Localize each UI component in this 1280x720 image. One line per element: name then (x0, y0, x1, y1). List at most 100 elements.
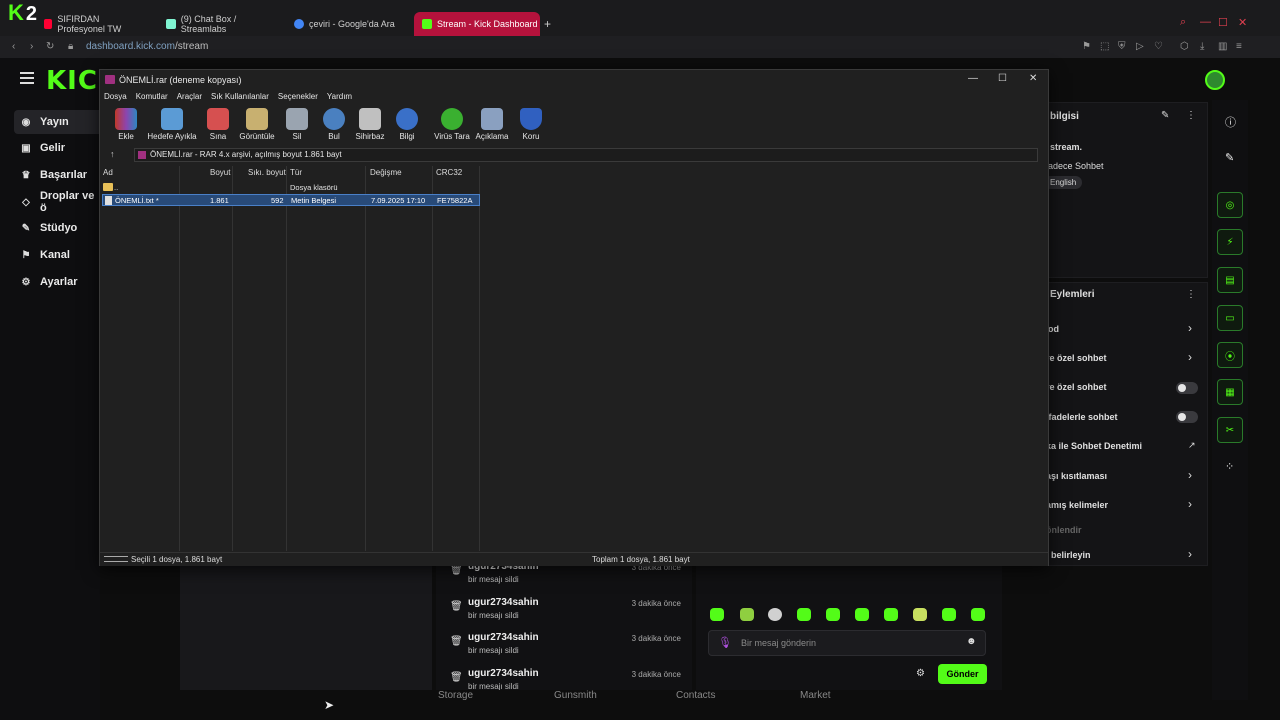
tab-streamlabs[interactable]: (9) Chat Box / Streamlabs (158, 12, 282, 36)
hamburger-menu-icon[interactable] (20, 72, 34, 84)
file-row-selected[interactable]: ÖNEMLİ.txt * 1.861 592 Metin Belgesi 7.0… (102, 194, 480, 206)
tab-kick-dashboard[interactable]: Stream - Kick Dashboard (414, 12, 540, 36)
menu-sik-kullanilanlar[interactable]: Sık Kullanılanlar (211, 92, 269, 101)
actions-more-icon[interactable]: ⋮ (1186, 289, 1196, 300)
winrar-titlebar[interactable]: ÖNEMLİ.rar (deneme kopyası) — ☐ ✕ (100, 70, 1048, 90)
more-options-icon[interactable]: ⋮ (1186, 110, 1196, 121)
emoji-picker-icon[interactable]: ☻ (966, 636, 977, 647)
emote-icon[interactable] (942, 608, 956, 621)
emote-icon[interactable] (768, 608, 782, 621)
browser-menu-icon[interactable]: ≡ (1236, 41, 1242, 52)
log-user[interactable]: ugur2734sahin (468, 668, 539, 679)
extensions-icon[interactable]: ⬡ (1180, 41, 1189, 52)
url-field[interactable]: dashboard.kick.com/stream (86, 41, 208, 52)
heart-icon[interactable]: ♡ (1154, 41, 1163, 52)
emote-icon[interactable] (884, 608, 898, 621)
forward-icon[interactable]: › (30, 41, 33, 52)
menu-yardim[interactable]: Yardım (327, 92, 352, 101)
screenshot-icon[interactable]: ⬚ (1100, 41, 1109, 52)
emote-icon[interactable] (826, 608, 840, 621)
col-header-size[interactable]: Boyut (210, 168, 230, 182)
chevron-right-icon[interactable]: › (1188, 497, 1192, 511)
camera-focus-icon[interactable]: ◎ (1217, 192, 1243, 218)
action-item[interactable]: i belirleyin (1046, 550, 1091, 560)
minimize-icon[interactable]: — (1200, 16, 1211, 28)
shield-ext-icon[interactable]: ⛨ (1118, 41, 1126, 52)
nav-yayin[interactable]: ◉ Yayın (14, 110, 104, 134)
info-icon[interactable]: ⓘ (1225, 114, 1236, 130)
chat-input-placeholder[interactable]: Bir mesaj gönderin (741, 638, 816, 648)
archive-path-bar[interactable]: ÖNEMLİ.rar - RAR 4.x arşivi, açılmış boy… (134, 148, 1038, 162)
chevron-right-icon[interactable]: › (1188, 321, 1192, 335)
download-icon[interactable]: ⤓ (1200, 41, 1204, 52)
pencil-icon[interactable]: ✎ (1225, 151, 1234, 164)
emote-icon[interactable] (797, 608, 811, 621)
edit-pencil-icon[interactable]: ✎ (1161, 110, 1169, 121)
emote-icon[interactable] (855, 608, 869, 621)
menu-secenekler[interactable]: Seçenekler (278, 92, 318, 101)
emote-icon[interactable] (913, 608, 927, 621)
close-browser-icon[interactable]: ✕ (1238, 16, 1247, 29)
microphone-icon[interactable]: 🎙︎ (718, 636, 732, 649)
winrar-close-icon[interactable]: ✕ (1029, 73, 1037, 84)
document-icon[interactable]: ▤ (1217, 267, 1243, 293)
chat-settings-gear-icon[interactable]: ⚙ (916, 668, 925, 679)
send-button[interactable]: Gönder (938, 664, 987, 684)
search-tabs-icon[interactable]: ⌕ (1180, 16, 1186, 29)
winrar-minimize-icon[interactable]: — (968, 73, 978, 84)
chevron-right-icon[interactable]: › (1188, 468, 1192, 482)
dots-cluster-icon[interactable]: ⁘ (1225, 460, 1234, 473)
nav-kanal[interactable]: ⚑ Kanal (14, 243, 104, 267)
external-link-icon[interactable]: ↗ (1188, 440, 1196, 451)
col-header-packed[interactable]: Sıkı. boyut (248, 168, 286, 182)
winrar-maximize-icon[interactable]: ☐ (998, 73, 1007, 84)
toolbar-extract-button[interactable]: Hedefe Ayıkla (146, 106, 198, 146)
chat-bubble-icon[interactable]: ▭ (1217, 305, 1243, 331)
back-icon[interactable]: ‹ (12, 41, 15, 52)
new-tab-button[interactable]: + (544, 17, 551, 31)
file-row-parent[interactable]: .. Dosya klasörü (102, 182, 480, 193)
log-user[interactable]: ugur2734sahin (468, 632, 539, 643)
emote-icon[interactable] (710, 608, 724, 621)
menu-dosya[interactable]: Dosya (104, 92, 127, 101)
tab-google[interactable]: çeviri - Google'da Ara (286, 12, 410, 36)
emote-icon[interactable] (971, 608, 985, 621)
nav-ayarlar[interactable]: ⚙ Ayarlar (14, 270, 104, 294)
lightning-icon[interactable]: ⚡︎ (1217, 229, 1243, 255)
toggle-switch[interactable] (1176, 382, 1198, 394)
toolbar-protect-button[interactable]: Koru (505, 106, 557, 146)
broadcast-signal-icon[interactable]: ⦿ (1217, 342, 1243, 368)
nav-gelir[interactable]: ▣ Gelir (14, 136, 104, 160)
wrench-icon[interactable]: ✂ (1217, 417, 1243, 443)
menu-araclar[interactable]: Araçlar (177, 92, 202, 101)
col-header-type[interactable]: Tür (290, 168, 302, 182)
nav-studyo[interactable]: ✎ Stüdyo (14, 216, 104, 240)
nav-basarilar[interactable]: ♛ Başarılar (14, 163, 104, 187)
col-header-name[interactable]: Ad (103, 168, 113, 182)
action-item[interactable]: re özel sohbet (1046, 353, 1107, 363)
action-item[interactable]: od (1048, 324, 1059, 334)
action-item[interactable]: ka ile Sohbet Denetimi (1046, 441, 1142, 451)
menu-komutlar[interactable]: Komutlar (136, 92, 168, 101)
col-header-crc[interactable]: CRC32 (436, 168, 462, 182)
chevron-right-icon[interactable]: › (1188, 350, 1192, 364)
up-folder-icon[interactable]: ↑ (110, 149, 115, 159)
emote-icon[interactable] (740, 608, 754, 621)
bookmark-icon[interactable]: ⚑ (1082, 41, 1091, 52)
toolbar-add-button[interactable]: Ekle (100, 106, 152, 146)
toggle-switch[interactable] (1176, 411, 1198, 423)
action-item[interactable]: amış kelimeler (1046, 500, 1108, 510)
layout-icon[interactable]: ▦ (1217, 379, 1243, 405)
wallet-icon: ▣ (21, 142, 31, 154)
play-icon[interactable]: ▷ (1136, 41, 1144, 52)
log-user[interactable]: ugur2734sahin (468, 597, 539, 608)
tab-sifirdan[interactable]: SIFIRDAN Profesyonel TW (36, 12, 148, 36)
sidebar-toggle-icon[interactable]: ▥ (1218, 41, 1227, 52)
chevron-right-icon[interactable]: › (1188, 547, 1192, 561)
col-header-modified[interactable]: Değişme (370, 168, 402, 182)
nav-droplar[interactable]: ◇ Droplar ve ö (14, 190, 104, 214)
maximize-icon[interactable]: ☐ (1218, 16, 1228, 29)
user-avatar[interactable] (1205, 70, 1225, 90)
reload-icon[interactable]: ↻ (46, 41, 54, 52)
action-item[interactable]: aşı kısıtlaması (1046, 471, 1107, 481)
